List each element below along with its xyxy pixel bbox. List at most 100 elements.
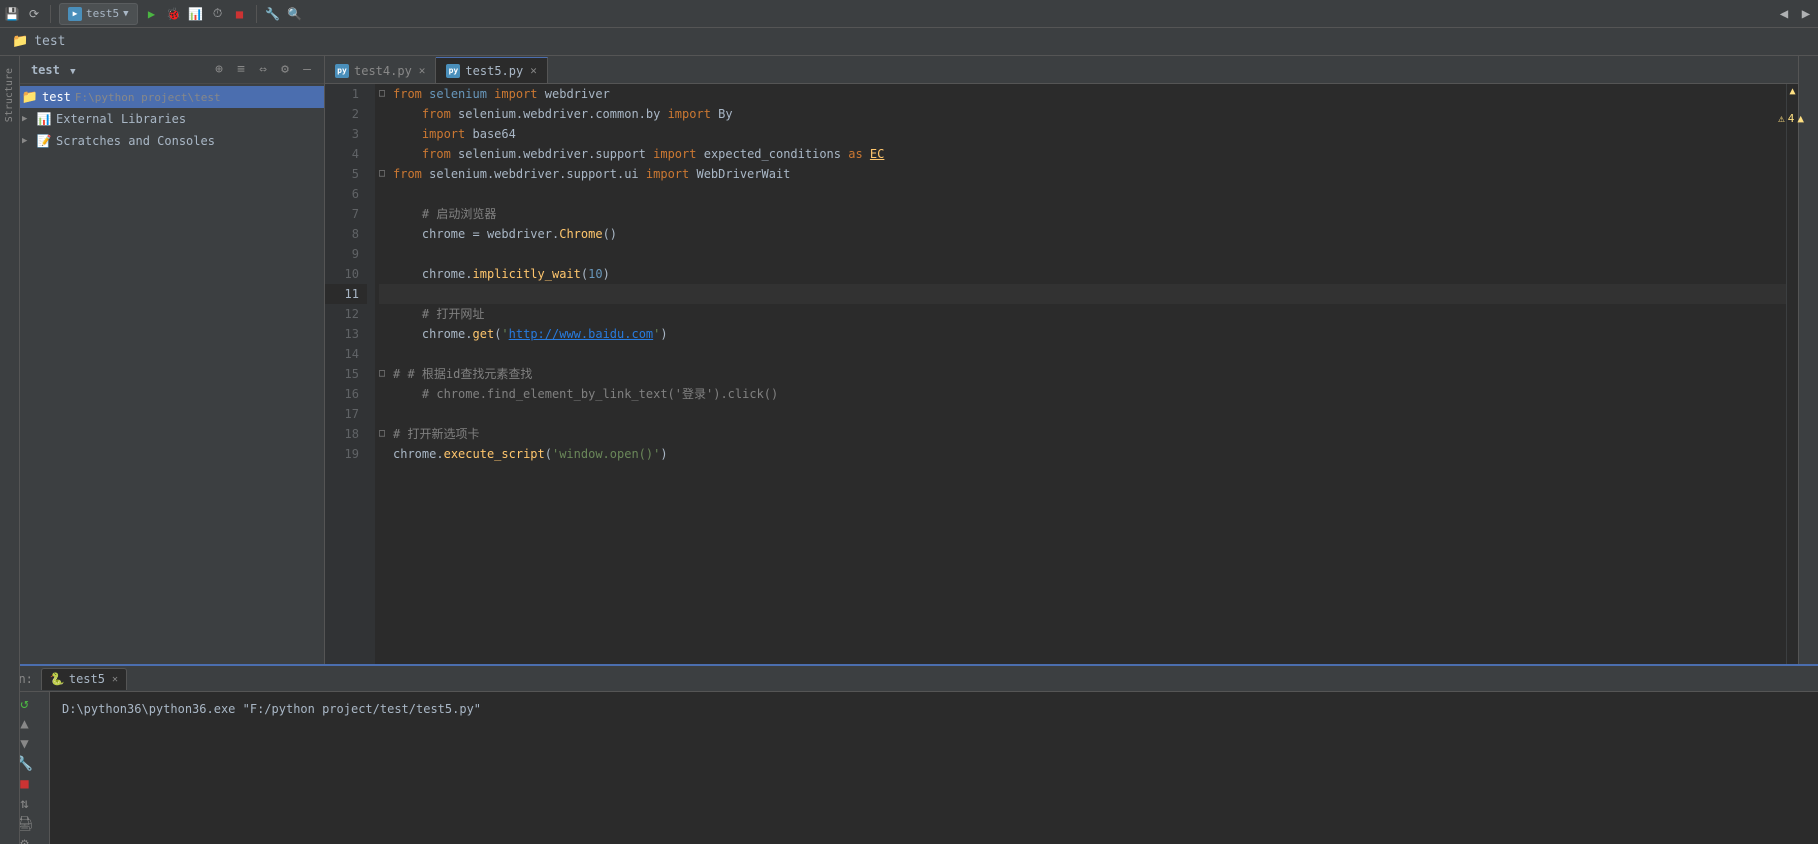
run-config-arrow: ▼ [123,9,128,19]
tree-label-extlib: External Libraries [56,112,186,126]
code-line-1: □ from selenium import webdriver [379,84,1786,104]
fold-19 [379,444,393,464]
settings-icon[interactable]: ⚙ [276,61,294,79]
line-5: 5 [325,164,367,184]
code-line-15: □ # # 根据id查找元素查找 [379,364,1786,384]
run-output: D:\python36\python36.exe "F:/python proj… [50,692,1818,844]
code-line-7: # 启动浏览器 [379,204,1786,224]
fold-17 [379,404,393,424]
run-config-label: test5 [86,7,119,20]
toolbar: 💾 ⟳ ▶ test5 ▼ ▶ 🐞 📊 ⏱ ■ 🔧 🔍 ◀ ▶ [0,0,1818,28]
code-line-3: import base64 [379,124,1786,144]
run-tab-close[interactable]: ✕ [112,674,118,685]
project-title: test [34,34,65,49]
tab-test5[interactable]: py test5.py ✕ [436,57,547,83]
run-tab-test5[interactable]: 🐍 test5 ✕ [41,668,127,690]
line-16: 16 [325,384,367,404]
fold-5[interactable]: □ [379,164,393,184]
warning-arrow: ▲ [1797,112,1804,125]
debug-icon[interactable]: 🐞 [166,6,182,22]
line-3: 3 [325,124,367,144]
gutter-warning: ▲ [1789,86,1795,97]
tab-test4-icon: py [335,64,349,78]
run-icon[interactable]: ▶ [144,6,160,22]
nav-fwd-icon[interactable]: ▶ [1798,6,1814,22]
minimize-icon[interactable]: — [298,61,316,79]
profile-icon[interactable]: ⏱ [210,6,226,22]
tree-arrow-extlib: ▶ [22,114,36,124]
folder-icon-test: 📁 [22,89,38,105]
scratches-icon: 📝 [36,133,52,149]
line-7: 7 [325,204,367,224]
code-line-13: chrome.get('http://www.baidu.com') [379,324,1786,344]
nav-back-icon[interactable]: ◀ [1776,6,1792,22]
fold-16 [379,384,393,404]
fold-6 [379,184,393,204]
run-tab-icon: 🐍 [50,672,65,686]
tab-test4[interactable]: py test4.py ✕ [325,57,436,83]
code-line-2: from selenium.webdriver.common.by import… [379,104,1786,124]
line-9: 9 [325,244,367,264]
warning-count: 4 [1788,112,1795,125]
stop-icon[interactable]: ■ [232,6,248,22]
fold-15[interactable]: □ [379,364,393,384]
tab-test5-label: test5.py [465,64,523,78]
line-8: 8 [325,224,367,244]
structure-side-label: Structure [4,68,15,122]
coverage-icon[interactable]: 📊 [188,6,204,22]
tab-test4-close[interactable]: ✕ [419,64,426,77]
line-4: 4 [325,144,367,164]
run-config-btn[interactable]: ▶ test5 ▼ [59,3,138,25]
fold-14 [379,344,393,364]
line-15: 15 [325,364,367,384]
fold-4 [379,144,393,164]
sync-icon[interactable]: ⟳ [26,6,42,22]
line-13: 13 [325,324,367,344]
line-10: 10 [325,264,367,284]
code-line-16: # chrome.find_element_by_link_text('登录')… [379,384,1786,404]
tab-test5-icon: py [446,64,460,78]
fold-18[interactable]: □ [379,424,393,444]
tab-test5-close[interactable]: ✕ [530,64,537,77]
code-line-9 [379,244,1786,264]
code-line-10: chrome.implicitly_wait(10) [379,264,1786,284]
sidebar-item-test[interactable]: ▶ 📁 test F:\python project\test [0,86,324,108]
fold-1[interactable]: □ [379,84,393,104]
tree-label-test: test [42,90,71,104]
code-line-5: □ from selenium.webdriver.support.ui imp… [379,164,1786,184]
run-config-py-icon: ▶ [68,7,82,21]
search-icon[interactable]: 🔍 [287,6,303,22]
fold-7 [379,204,393,224]
code-line-14 [379,344,1786,364]
sort-icon[interactable]: ≡ [232,61,250,79]
code-line-18: □ # 打开新选项卡 [379,424,1786,444]
line-2: 2 [325,104,367,124]
fold-12 [379,304,393,324]
warning-icon: ⚠ [1778,112,1785,125]
bottom-panel: Run: 🐍 test5 ✕ ↺ ▲ ▼ 🔧 ■ ⇅ 🖨 ⚙ D:\python… [0,664,1818,844]
fold-13 [379,324,393,344]
fold-2 [379,104,393,124]
line-19: 19 [325,444,367,464]
code-line-17 [379,404,1786,424]
left-structure-strip: Structure [0,56,20,844]
extlib-icon: 📊 [36,111,52,127]
line-14: 14 [325,344,367,364]
fold-10 [379,264,393,284]
sidebar-header: 📁 test ▼ ⊕ ≡ ⇔ ⚙ — [0,56,324,84]
tab-test4-label: test4.py [354,64,412,78]
split-icon[interactable]: ⇔ [254,61,272,79]
sidebar-item-ext-lib[interactable]: ▶ 📊 External Libraries [0,108,324,130]
line-17: 17 [325,404,367,424]
line-12: 12 [325,304,367,324]
folder-icon: 📁 [12,34,28,49]
sidebar-item-scratches[interactable]: ▶ 📝 Scratches and Consoles [0,130,324,152]
scope-icon[interactable]: ⊕ [210,61,228,79]
code-line-6 [379,184,1786,204]
tree-arrow-scratches: ▶ [22,136,36,146]
run-output-line-1: D:\python36\python36.exe "F:/python proj… [62,700,1806,718]
save-icon[interactable]: 💾 [4,6,20,22]
warning-badge[interactable]: ⚠ 4 ▲ [1778,112,1804,125]
sidebar-dropdown-arrow[interactable]: ▼ [70,67,75,77]
wrench-icon[interactable]: 🔧 [265,6,281,22]
